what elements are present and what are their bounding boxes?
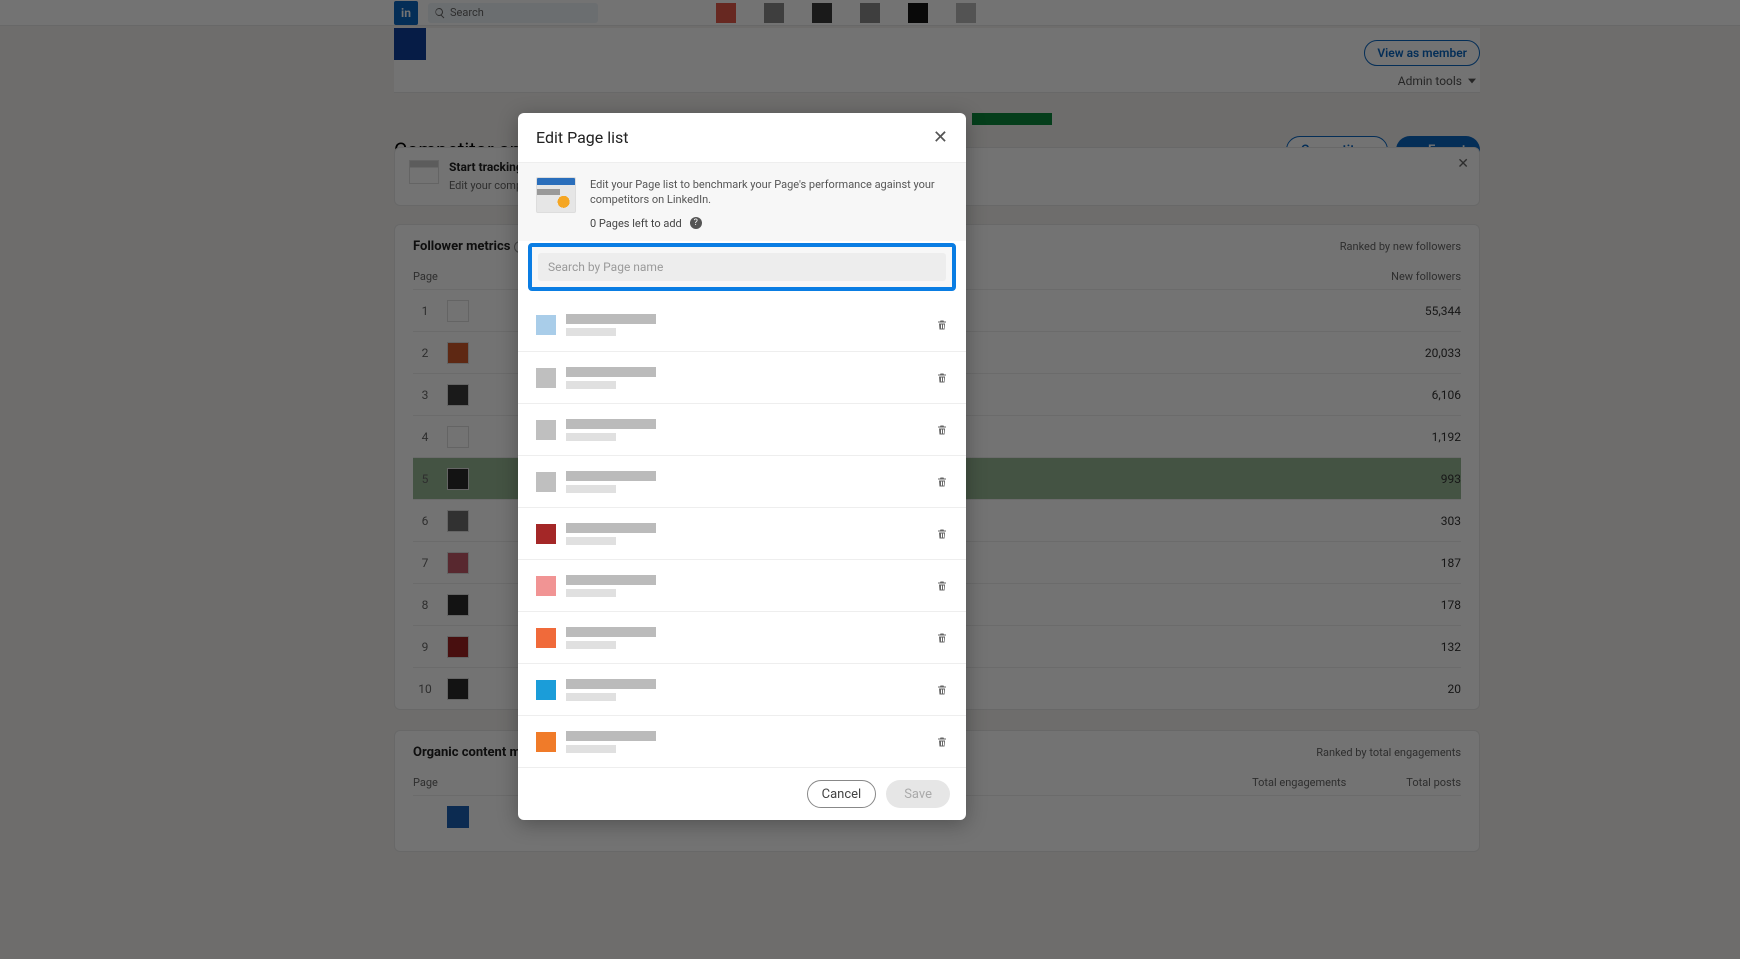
page-avatar xyxy=(536,368,556,388)
modal-description: Edit your Page list to benchmark your Pa… xyxy=(590,177,948,208)
page-avatar xyxy=(536,524,556,544)
list-item xyxy=(518,299,966,351)
modal-header: Edit Page list ✕ xyxy=(518,113,966,163)
modal-illustration-icon xyxy=(536,177,576,213)
delete-icon[interactable] xyxy=(936,631,948,645)
page-name-redacted xyxy=(566,575,656,597)
list-item xyxy=(518,351,966,403)
delete-icon[interactable] xyxy=(936,735,948,749)
page-avatar xyxy=(536,628,556,648)
page-name-redacted xyxy=(566,731,656,753)
pages-left-label: 0 Pages left to add xyxy=(590,216,682,231)
delete-icon[interactable] xyxy=(936,527,948,541)
list-item xyxy=(518,559,966,611)
delete-icon[interactable] xyxy=(936,318,948,332)
close-icon[interactable]: ✕ xyxy=(933,127,948,148)
modal-page-list xyxy=(518,299,966,767)
modal-footer: Cancel Save xyxy=(518,767,966,820)
page-name-redacted xyxy=(566,367,656,389)
delete-icon[interactable] xyxy=(936,423,948,437)
page-name-redacted xyxy=(566,419,656,441)
delete-icon[interactable] xyxy=(936,579,948,593)
page-name-redacted xyxy=(566,471,656,493)
list-item xyxy=(518,455,966,507)
list-item xyxy=(518,611,966,663)
cancel-button[interactable]: Cancel xyxy=(807,780,877,808)
modal-search-highlight xyxy=(528,243,956,291)
page-avatar xyxy=(536,576,556,596)
page-avatar xyxy=(536,315,556,335)
list-item xyxy=(518,507,966,559)
modal-title: Edit Page list xyxy=(536,128,628,147)
page-name-redacted xyxy=(566,627,656,649)
list-item xyxy=(518,715,966,767)
list-item xyxy=(518,663,966,715)
save-button: Save xyxy=(886,780,950,808)
page-avatar xyxy=(536,732,556,752)
page-search-input[interactable] xyxy=(538,253,946,281)
help-icon[interactable]: ? xyxy=(690,217,702,229)
page-avatar xyxy=(536,420,556,440)
page-name-redacted xyxy=(566,679,656,701)
page-avatar xyxy=(536,472,556,492)
page-name-redacted xyxy=(566,314,656,336)
delete-icon[interactable] xyxy=(936,371,948,385)
edit-page-list-modal: Edit Page list ✕ Edit your Page list to … xyxy=(518,113,966,820)
page-name-redacted xyxy=(566,523,656,545)
list-item xyxy=(518,403,966,455)
modal-description-row: Edit your Page list to benchmark your Pa… xyxy=(518,163,966,241)
page-avatar xyxy=(536,680,556,700)
delete-icon[interactable] xyxy=(936,475,948,489)
delete-icon[interactable] xyxy=(936,683,948,697)
